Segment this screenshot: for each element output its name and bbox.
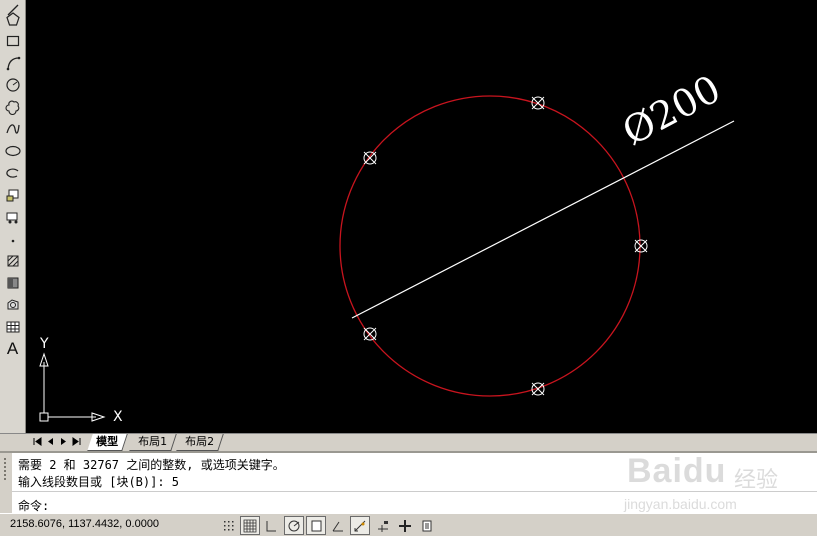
revision-cloud-icon[interactable] bbox=[2, 97, 23, 117]
draw-toolbar: A bbox=[0, 0, 26, 433]
ucs-y-label: Y bbox=[40, 336, 49, 352]
command-window-grip[interactable] bbox=[0, 453, 12, 515]
point-icon[interactable] bbox=[2, 229, 23, 249]
dynamic-input-icon[interactable] bbox=[373, 516, 393, 535]
grid-icon[interactable] bbox=[240, 516, 260, 535]
tab-model[interactable]: 模型 bbox=[87, 434, 128, 451]
status-bar: 2158.6076, 1137.4432, 0.0000 bbox=[0, 513, 817, 536]
prev-tab-icon[interactable] bbox=[46, 436, 55, 447]
node-marker bbox=[634, 239, 648, 253]
command-history-line: 输入线段数目或 [块(B)]: 5 bbox=[18, 475, 180, 489]
first-tab-icon[interactable] bbox=[33, 436, 42, 447]
gradient-icon[interactable] bbox=[2, 273, 23, 293]
arc-icon[interactable] bbox=[2, 53, 23, 73]
ucs-x-label: X bbox=[113, 409, 123, 425]
diameter-dimension-line bbox=[351, 120, 735, 319]
node-marker bbox=[363, 327, 377, 341]
ducs-icon[interactable] bbox=[350, 516, 370, 535]
command-separator bbox=[12, 491, 817, 492]
snap-icon[interactable] bbox=[219, 516, 239, 535]
tab-layout1[interactable]: 布局1 bbox=[129, 434, 177, 451]
object-snap-icon[interactable] bbox=[306, 516, 326, 535]
drawn-circle bbox=[339, 95, 641, 397]
layout-tabs-bar: 模型 布局1 布局2 bbox=[0, 433, 817, 451]
rectangle-icon[interactable] bbox=[2, 31, 23, 51]
region-icon[interactable] bbox=[2, 295, 23, 315]
node-marker bbox=[363, 151, 377, 165]
insert-block-icon[interactable] bbox=[2, 185, 23, 205]
model-space-canvas[interactable]: Ø200 Y X bbox=[26, 0, 817, 433]
command-history-line: 需要 2 和 32767 之间的整数, 或选项关键字。 bbox=[18, 458, 285, 472]
table-icon[interactable] bbox=[2, 317, 23, 337]
ellipse-icon[interactable] bbox=[2, 141, 23, 161]
polar-icon[interactable] bbox=[284, 516, 304, 535]
lineweight-icon[interactable] bbox=[395, 516, 415, 535]
object-track-icon[interactable] bbox=[328, 516, 348, 535]
tab-layout2[interactable]: 布局2 bbox=[176, 434, 224, 451]
spline-icon[interactable] bbox=[2, 119, 23, 139]
hatch-icon[interactable] bbox=[2, 251, 23, 271]
multiline-text-icon[interactable]: A bbox=[2, 339, 23, 359]
polygon-icon[interactable] bbox=[2, 9, 23, 29]
make-block-icon[interactable] bbox=[2, 207, 23, 227]
drawing-svg bbox=[39, 95, 735, 422]
cursor-coordinates[interactable]: 2158.6076, 1137.4432, 0.0000 bbox=[10, 518, 159, 530]
ortho-icon[interactable] bbox=[261, 516, 281, 535]
command-prompt[interactable]: 命令: bbox=[18, 497, 49, 514]
node-point-markers bbox=[363, 96, 648, 396]
next-tab-icon[interactable] bbox=[59, 436, 68, 447]
ellipse-arc-icon[interactable] bbox=[2, 163, 23, 183]
circle-icon[interactable] bbox=[2, 75, 23, 95]
command-window: 需要 2 和 32767 之间的整数, 或选项关键字。 输入线段数目或 [块(B… bbox=[0, 451, 817, 515]
last-tab-icon[interactable] bbox=[72, 436, 81, 447]
quick-properties-icon[interactable] bbox=[417, 516, 437, 535]
ucs-icon bbox=[39, 352, 106, 422]
